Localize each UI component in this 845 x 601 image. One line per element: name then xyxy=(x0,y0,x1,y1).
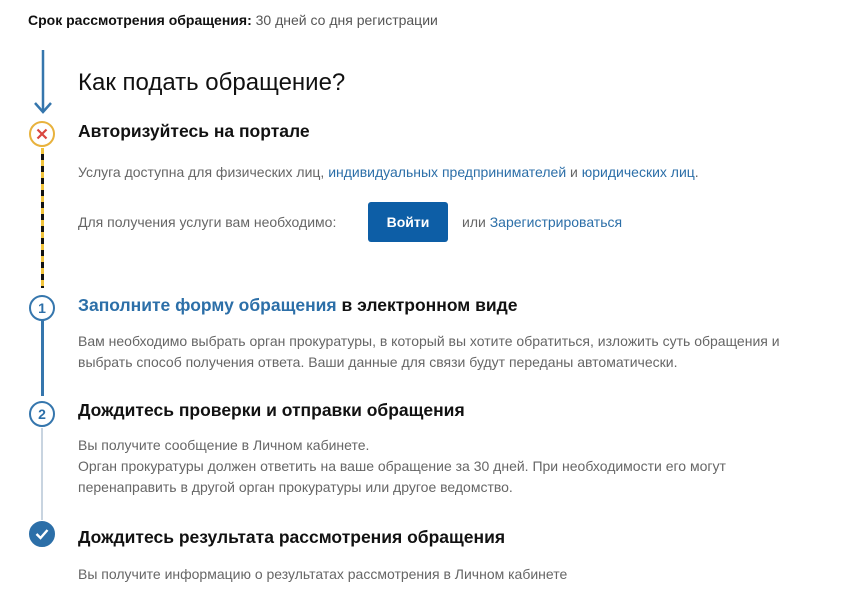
step3-text: Вы получите информацию о результатах рас… xyxy=(78,566,568,582)
service-availability-text: Услуга доступна для физических лиц, инди… xyxy=(78,162,699,183)
timeline-line-grey xyxy=(41,428,43,520)
or-text: или xyxy=(462,214,486,230)
timeline-line xyxy=(41,320,44,396)
page-title: Как подать обращение? xyxy=(78,69,346,96)
step1-title: Заполните форму обращения в электронном … xyxy=(78,295,517,316)
need-text: Для получения услуги вам необходимо: xyxy=(78,214,337,230)
step3-title: Дождитесь результата рассмотрения обраще… xyxy=(78,527,506,547)
register-row: или Зарегистрироваться xyxy=(462,212,622,233)
auth-status-icon xyxy=(29,121,55,147)
review-term-label: Срок рассмотрения обращения: xyxy=(28,12,252,28)
link-individual-entrepreneurs[interactable]: индивидуальных предпринимателей xyxy=(328,164,566,180)
step1-text-line: Вам необходимо выбрать орган прокуратуры… xyxy=(78,333,780,349)
service-text-part: и xyxy=(566,164,582,180)
service-text-part: Услуга доступна для физических лиц, xyxy=(78,164,329,180)
service-text-part: . xyxy=(694,164,699,180)
step2-text-line: Вы получите сообщение в Личном кабинете. xyxy=(78,437,370,453)
step1-text-line: выбрать способ получения ответа. Ваши да… xyxy=(78,354,678,370)
review-term: Срок рассмотрения обращения: 30 дней со … xyxy=(28,12,438,28)
arrow-down-icon xyxy=(34,50,52,114)
step1-text: Вам необходимо выбрать орган прокуратуры… xyxy=(78,331,780,373)
fill-form-link[interactable]: Заполните форму обращения xyxy=(78,295,337,315)
close-icon xyxy=(36,128,48,140)
register-link[interactable]: Зарегистрироваться xyxy=(490,214,622,230)
review-term-value: 30 дней со дня регистрации xyxy=(255,12,438,28)
checkmark-icon xyxy=(35,529,49,540)
login-button[interactable]: Войти xyxy=(368,202,448,242)
step-number-1: 1 xyxy=(29,295,55,321)
timeline-pending-line xyxy=(41,148,44,288)
step-done-icon xyxy=(29,521,55,547)
step-number-2: 2 xyxy=(29,401,55,427)
step2-text: Вы получите сообщение в Личном кабинете.… xyxy=(78,435,726,498)
step2-text-line: Орган прокуратуры должен ответить на ваш… xyxy=(78,458,726,474)
step-auth-title: Авторизуйтесь на портале xyxy=(78,121,310,141)
step1-title-rest: в электронном виде xyxy=(336,295,518,315)
link-legal-entities[interactable]: юридических лиц xyxy=(582,164,695,180)
step2-title: Дождитесь проверки и отправки обращения xyxy=(78,400,465,420)
step2-text-line: перенаправить в другой орган прокуратуры… xyxy=(78,479,513,495)
